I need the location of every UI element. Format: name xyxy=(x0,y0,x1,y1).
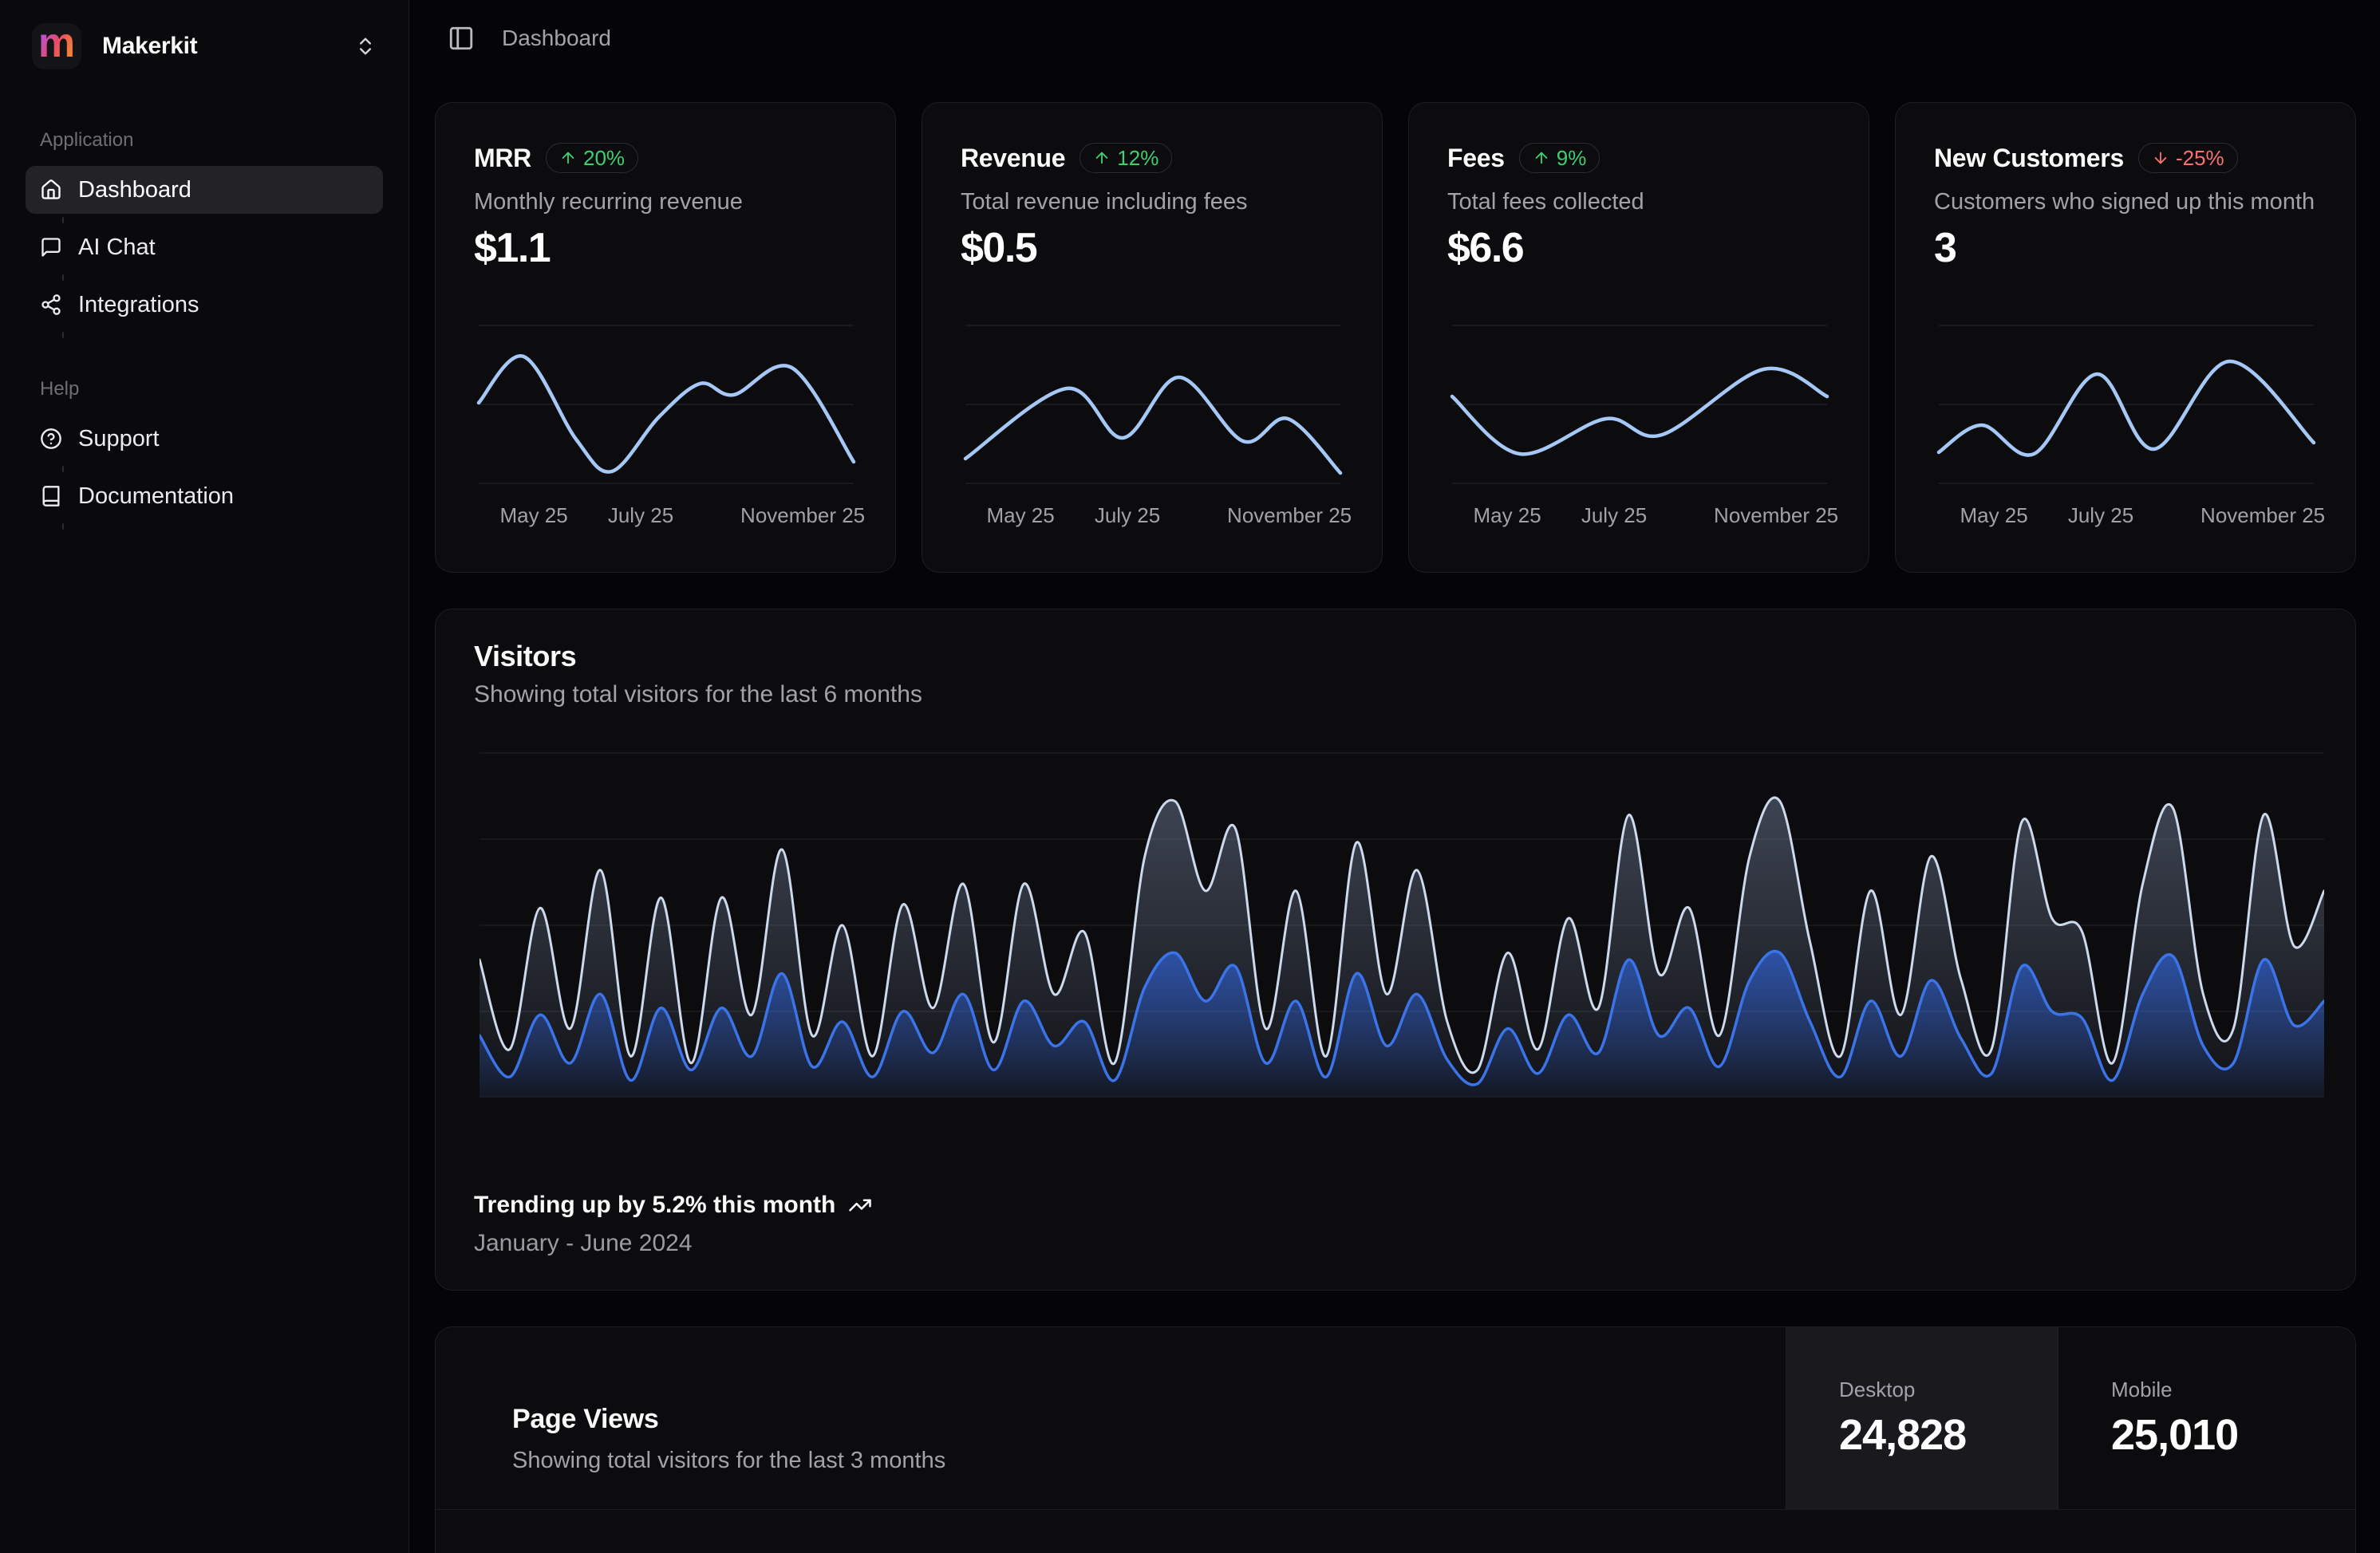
sidebar-item-support[interactable]: Support xyxy=(26,415,383,463)
x-tick: July 25 xyxy=(1095,503,1160,528)
sidebar-item-dashboard[interactable]: Dashboard xyxy=(26,166,383,214)
sparkline-chart xyxy=(965,325,1340,484)
trend-badge: 20% xyxy=(546,143,638,173)
sparkline-x-axis: May 25 July 25 November 25 xyxy=(965,503,1340,529)
trend-badge: 9% xyxy=(1519,143,1600,173)
sidebar-section-application: Application xyxy=(40,129,409,152)
page-views-header: Page Views Showing total visitors for th… xyxy=(436,1327,2355,1510)
makerkit-logo-letter: m xyxy=(38,22,75,64)
visitors-area-chart xyxy=(480,705,2324,1098)
stat-value: 25,010 xyxy=(2111,1410,2238,1460)
desktop-stat-button[interactable]: Desktop 24,828 xyxy=(1786,1327,2058,1510)
stat-card-value: $6.6 xyxy=(1447,224,1523,272)
sparkline-x-axis: May 25 July 25 November 25 xyxy=(479,503,854,529)
sidebar-toggle-button[interactable] xyxy=(448,25,475,52)
breadcrumb: Dashboard xyxy=(502,26,611,51)
trend-badge: 12% xyxy=(1079,143,1172,173)
stat-card-value: 3 xyxy=(1934,224,1956,272)
sparkline-chart xyxy=(1939,325,2314,484)
sidebar-item-documentation[interactable]: Documentation xyxy=(26,472,383,520)
x-tick: July 25 xyxy=(1581,503,1647,528)
stat-card-value: $1.1 xyxy=(474,224,550,272)
x-tick: May 25 xyxy=(1960,503,2027,528)
share-icon xyxy=(40,294,62,316)
stat-card-description: Customers who signed up this month xyxy=(1934,189,2323,215)
sidebar-section-help: Help xyxy=(40,378,409,400)
help-circle-icon xyxy=(40,428,62,450)
stat-card-title: New Customers xyxy=(1934,144,2124,173)
stat-card-fees: Fees 9% Total fees collected $6.6 May 25… xyxy=(1408,102,1869,573)
stat-card-revenue: Revenue 12% Total revenue including fees… xyxy=(922,102,1383,573)
sidebar-item-ai-chat[interactable]: AI Chat xyxy=(26,223,383,271)
visitors-date-range: January - June 2024 xyxy=(474,1230,693,1257)
visitors-subtitle: Showing total visitors for the last 6 mo… xyxy=(474,681,922,708)
arrow-down-icon xyxy=(2152,149,2169,167)
house-icon xyxy=(40,179,62,201)
chevrons-up-down-icon xyxy=(354,35,377,57)
stat-card-description: Monthly recurring revenue xyxy=(474,189,863,215)
arrow-up-icon xyxy=(559,149,577,167)
stat-card-title: Revenue xyxy=(961,144,1065,173)
topbar: Dashboard xyxy=(409,0,2380,77)
x-tick: May 25 xyxy=(986,503,1054,528)
sidebar-item-label: Dashboard xyxy=(78,177,191,203)
sparkline-chart xyxy=(479,325,854,484)
page-views-card: Page Views Showing total visitors for th… xyxy=(435,1326,2356,1553)
visitors-trend-text: Trending up by 5.2% this month xyxy=(474,1192,835,1219)
visitors-footer: Trending up by 5.2% this month xyxy=(474,1192,872,1219)
trending-up-icon xyxy=(848,1193,872,1217)
stat-card-description: Total revenue including fees xyxy=(961,189,1350,215)
stat-label: Mobile xyxy=(2111,1378,2173,1402)
visitors-title: Visitors xyxy=(474,640,576,673)
visitors-card: Visitors Showing total visitors for the … xyxy=(435,609,2356,1291)
main-content: Dashboard MRR 20% Monthly recurring reve… xyxy=(409,0,2380,1553)
stat-card-title: Fees xyxy=(1447,144,1505,173)
stat-card-description: Total fees collected xyxy=(1447,189,1837,215)
x-tick: November 25 xyxy=(1714,503,1838,528)
sidebar-item-label: AI Chat xyxy=(78,235,156,261)
mobile-stat-button[interactable]: Mobile 25,010 xyxy=(2058,1327,2355,1510)
sidebar-nav-application: Dashboard AI Chat Integrations xyxy=(0,166,409,329)
trend-badge: -25% xyxy=(2138,143,2238,173)
arrow-up-icon xyxy=(1093,149,1111,167)
trend-badge-value: -25% xyxy=(2176,146,2224,171)
sidebar-item-label: Integrations xyxy=(78,292,199,318)
panel-left-icon xyxy=(448,25,475,52)
page-views-stat-toggles: Desktop 24,828 Mobile 25,010 xyxy=(1786,1327,2355,1510)
arrow-up-icon xyxy=(1533,149,1550,167)
page-views-subtitle: Showing total visitors for the last 3 mo… xyxy=(512,1448,945,1474)
sparkline-x-axis: May 25 July 25 November 25 xyxy=(1452,503,1827,529)
trend-badge-value: 12% xyxy=(1117,146,1158,171)
workspace-name: Makerkit xyxy=(102,33,334,60)
x-tick: July 25 xyxy=(2068,503,2133,528)
stat-cards-row: MRR 20% Monthly recurring revenue $1.1 M… xyxy=(435,102,2356,573)
trend-badge-value: 20% xyxy=(583,146,625,171)
sidebar-item-label: Support xyxy=(78,426,160,452)
x-tick: November 25 xyxy=(2200,503,2325,528)
sidebar: m Makerkit Application Dashboard AI Chat… xyxy=(0,0,409,1553)
sidebar-item-integrations[interactable]: Integrations xyxy=(26,281,383,329)
sidebar-item-label: Documentation xyxy=(78,483,234,510)
sparkline-x-axis: May 25 July 25 November 25 xyxy=(1939,503,2314,529)
stat-card-value: $0.5 xyxy=(961,224,1036,272)
stat-label: Desktop xyxy=(1839,1378,1915,1402)
chat-icon xyxy=(40,236,62,258)
trend-badge-value: 9% xyxy=(1557,146,1587,171)
stat-value: 24,828 xyxy=(1839,1410,1966,1460)
stat-card-new-customers: New Customers -25% Customers who signed … xyxy=(1895,102,2356,573)
stat-card-title: MRR xyxy=(474,144,531,173)
sidebar-nav-help: Support Documentation xyxy=(0,415,409,520)
sparkline-chart xyxy=(1452,325,1827,484)
x-tick: November 25 xyxy=(1227,503,1352,528)
x-tick: November 25 xyxy=(740,503,865,528)
x-tick: July 25 xyxy=(608,503,673,528)
x-tick: May 25 xyxy=(499,503,567,528)
stat-card-mrr: MRR 20% Monthly recurring revenue $1.1 M… xyxy=(435,102,896,573)
workspace-selector[interactable]: m Makerkit xyxy=(32,21,377,72)
book-icon xyxy=(40,485,62,507)
page-views-title: Page Views xyxy=(512,1404,945,1435)
x-tick: May 25 xyxy=(1473,503,1541,528)
makerkit-logo: m xyxy=(32,23,81,69)
